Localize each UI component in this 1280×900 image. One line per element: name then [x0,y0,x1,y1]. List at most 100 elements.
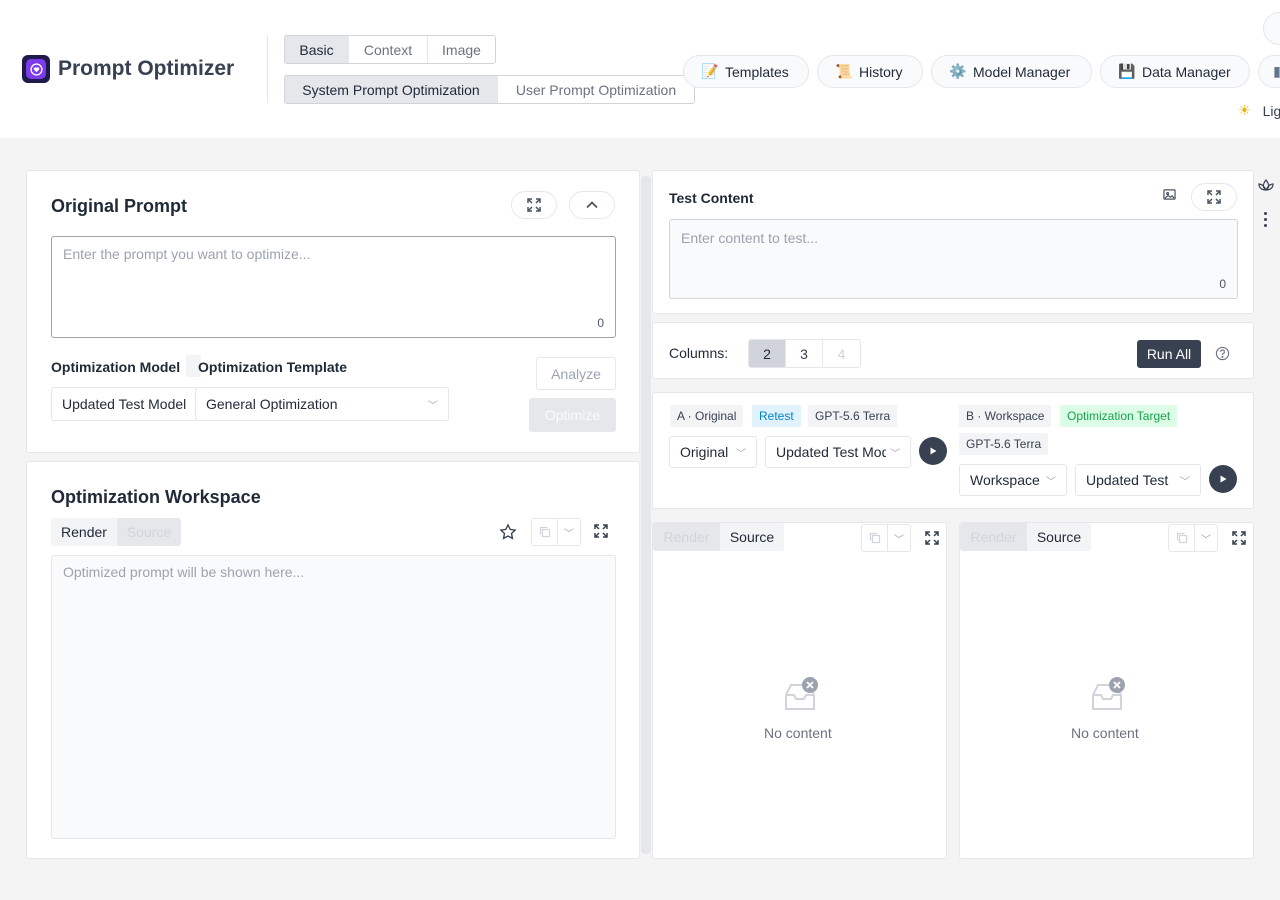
templates-button[interactable]: 📝 Templates [683,55,809,88]
collapse-button[interactable] [569,191,615,219]
optimize-button[interactable]: Optimize [529,398,616,432]
tab-render[interactable]: Render [960,523,1027,551]
copy-icon[interactable] [1169,525,1195,551]
run-column-b-button[interactable] [1209,465,1237,493]
tab-source[interactable]: Source [720,523,784,551]
tab-image[interactable]: Image [428,36,495,63]
theme-toggle[interactable]: ☀ Lig [1238,102,1280,119]
columns-label: Columns: [669,345,729,361]
gear-icon: ⚙️ [949,63,967,79]
language-button[interactable]: ✦ [1263,12,1280,45]
result-a-view-tabs: Render Source [653,523,784,551]
copy-split-button[interactable]: ﹀ [531,518,581,546]
panel-splitter[interactable] [641,176,651,854]
history-button[interactable]: 📜 History [817,55,923,88]
test-content-input[interactable]: Enter content to test... 0 [669,219,1238,299]
columns-card: Columns: 2 3 4 Run All [652,322,1254,379]
result-panel-b: Render Source ﹀ No content [959,522,1254,859]
workspace-view-tabs: Render Source [51,518,181,546]
empty-inbox-icon [784,677,820,716]
fullscreen-icon[interactable] [1232,531,1246,548]
expand-icon [527,198,541,212]
chevron-down-icon: ﹀ [1046,476,1056,488]
optimization-workspace-card: Optimization Workspace Render Source ﹀ O… [26,461,640,859]
app-logo-icon [22,55,50,83]
empty-state-text: No content [1071,725,1139,741]
original-prompt-count: 0 [597,316,604,330]
result-a-copy-split-button[interactable]: ﹀ [861,524,911,552]
optimized-prompt-output[interactable]: Optimized prompt will be shown here... [51,555,616,839]
tab-context[interactable]: Context [349,36,428,63]
column-a-model-tag: GPT-5.6 Terra [808,405,898,427]
columns-option-2[interactable]: 2 [749,340,786,367]
chevron-down-icon[interactable]: ﹀ [888,531,910,546]
settings-icon: ▮ [1273,63,1280,79]
data-manager-button[interactable]: 💾 Data Manager [1100,55,1250,88]
expand-icon [1207,190,1221,204]
test-content-card: Test Content Enter content to test... 0 [652,170,1254,314]
column-a-source-select[interactable]: Original ﹀ [669,436,757,468]
memo-icon: 📝 [701,63,719,79]
fullscreen-icon[interactable] [594,524,608,541]
expand-original-button[interactable] [511,191,557,219]
copy-icon[interactable] [862,525,888,551]
app-title: Prompt Optimizer [58,57,235,80]
expand-test-content-button[interactable] [1191,183,1237,211]
optimization-template-select[interactable]: General Optimization ﹀ [195,387,449,421]
empty-inbox-icon [1091,677,1127,716]
play-icon [1220,475,1227,483]
model-manager-button[interactable]: ⚙️ Model Manager [931,55,1092,88]
tab-source[interactable]: Source [117,518,181,546]
retest-badge[interactable]: Retest [752,405,801,427]
columns-option-4[interactable]: 4 [823,340,860,367]
workspace-title: Optimization Workspace [51,487,261,507]
tab-source[interactable]: Source [1027,523,1091,551]
chevron-down-icon[interactable]: ﹀ [558,525,580,540]
original-prompt-card: Original Prompt Enter the prompt you wan… [26,170,640,453]
tab-render[interactable]: Render [51,518,117,546]
column-b-source-select[interactable]: Workspace ﹀ [959,464,1067,496]
more-nav-button[interactable]: ▮ [1258,55,1280,88]
app-header: Prompt Optimizer Basic Context Image Sys… [0,0,1280,138]
empty-state-text: No content [764,725,832,741]
header-divider [267,35,268,103]
result-panel-a: Render Source ﹀ No content [652,522,947,859]
analyze-button[interactable]: Analyze [536,357,616,390]
test-content-placeholder: Enter content to test... [681,230,818,246]
optimization-target-badge: Optimization Target [1060,405,1178,427]
help-icon[interactable] [1215,346,1230,364]
chevron-down-icon: ﹀ [428,400,438,412]
image-icon[interactable] [1163,188,1176,204]
test-content-count: 0 [1219,277,1226,291]
lotus-icon[interactable] [1258,178,1274,195]
column-b-tag: B · Workspace [959,405,1052,427]
original-prompt-input[interactable]: Enter the prompt you want to optimize...… [51,236,616,338]
favorite-star-icon[interactable] [499,523,517,544]
chevron-down-icon: ﹀ [890,448,900,460]
more-vertical-icon[interactable] [1264,212,1268,227]
run-column-a-button[interactable] [919,437,947,465]
play-icon [930,447,937,455]
optimized-prompt-placeholder: Optimized prompt will be shown here... [63,564,305,580]
column-a-model-select[interactable]: Updated Test Model﹀ [765,436,911,468]
test-content-title: Test Content [669,190,754,206]
optimization-template-label: Optimization Template [198,359,348,375]
tab-system-prompt[interactable]: System Prompt Optimization [285,76,498,103]
sun-icon: ☀ [1238,102,1251,118]
chevron-down-icon[interactable]: ﹀ [1195,531,1217,546]
columns-selector: 2 3 4 [748,339,861,368]
chevron-up-icon [586,201,598,209]
tab-basic[interactable]: Basic [285,36,349,63]
copy-icon[interactable] [532,519,558,545]
tab-render[interactable]: Render [653,523,720,551]
fullscreen-icon[interactable] [925,531,939,548]
result-b-copy-split-button[interactable]: ﹀ [1168,524,1218,552]
column-b-model-select[interactable]: Updated Test ﹀ [1075,464,1201,496]
scroll-icon: 📜 [835,63,853,79]
column-b-model-tag: GPT-5.6 Terra [959,433,1049,455]
floppy-disk-icon: 💾 [1118,63,1136,79]
optimization-model-select[interactable]: Updated Test Model [51,387,197,421]
columns-option-3[interactable]: 3 [786,340,823,367]
run-all-button[interactable]: Run All [1137,340,1201,368]
tab-user-prompt[interactable]: User Prompt Optimization [498,76,694,103]
